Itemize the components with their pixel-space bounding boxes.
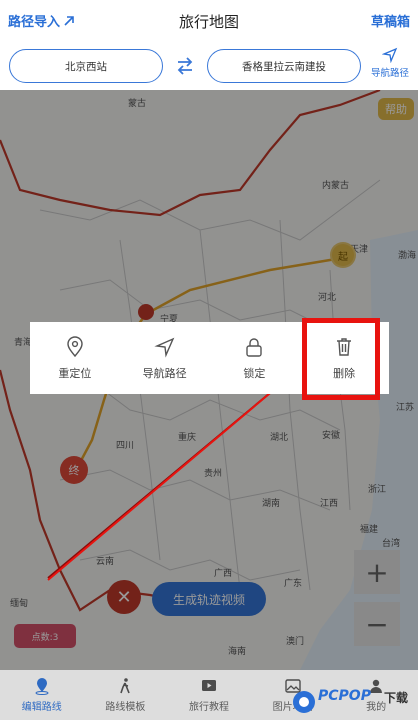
swap-icon[interactable] bbox=[174, 56, 196, 76]
location-pin-icon bbox=[67, 335, 83, 357]
lock-icon bbox=[246, 337, 263, 357]
page-title: 旅行地图 bbox=[178, 13, 239, 31]
app-header: 路径导入 旅行地图 草稿箱 bbox=[0, 0, 418, 44]
relocate-button[interactable]: 重定位 bbox=[30, 322, 120, 394]
delete-highlight-box bbox=[302, 318, 380, 400]
destination-field[interactable]: 香格里拉云南建投 bbox=[207, 49, 361, 83]
watermark-brand: PCPOP bbox=[318, 688, 371, 704]
navigation-arrow-icon bbox=[382, 47, 398, 63]
watermark-suffix: 下载 bbox=[384, 691, 409, 705]
relocate-label: 重定位 bbox=[58, 366, 92, 380]
navigation-arrow-icon bbox=[154, 337, 174, 358]
navigate-path-button[interactable]: 导航路径 bbox=[120, 322, 210, 394]
navigate-path-label: 导航路径 bbox=[142, 366, 187, 380]
drafts-button[interactable]: 草稿箱 bbox=[371, 11, 410, 30]
lock-label: 锁定 bbox=[243, 366, 266, 380]
lock-button[interactable]: 锁定 bbox=[210, 322, 300, 394]
navigate-route-button[interactable]: 导航路径 bbox=[365, 47, 415, 79]
origin-field[interactable]: 北京西站 bbox=[9, 49, 163, 83]
route-bar: 北京西站 香格里拉云南建投 导航路径 bbox=[0, 44, 418, 90]
navigate-route-label: 导航路径 bbox=[370, 68, 409, 79]
